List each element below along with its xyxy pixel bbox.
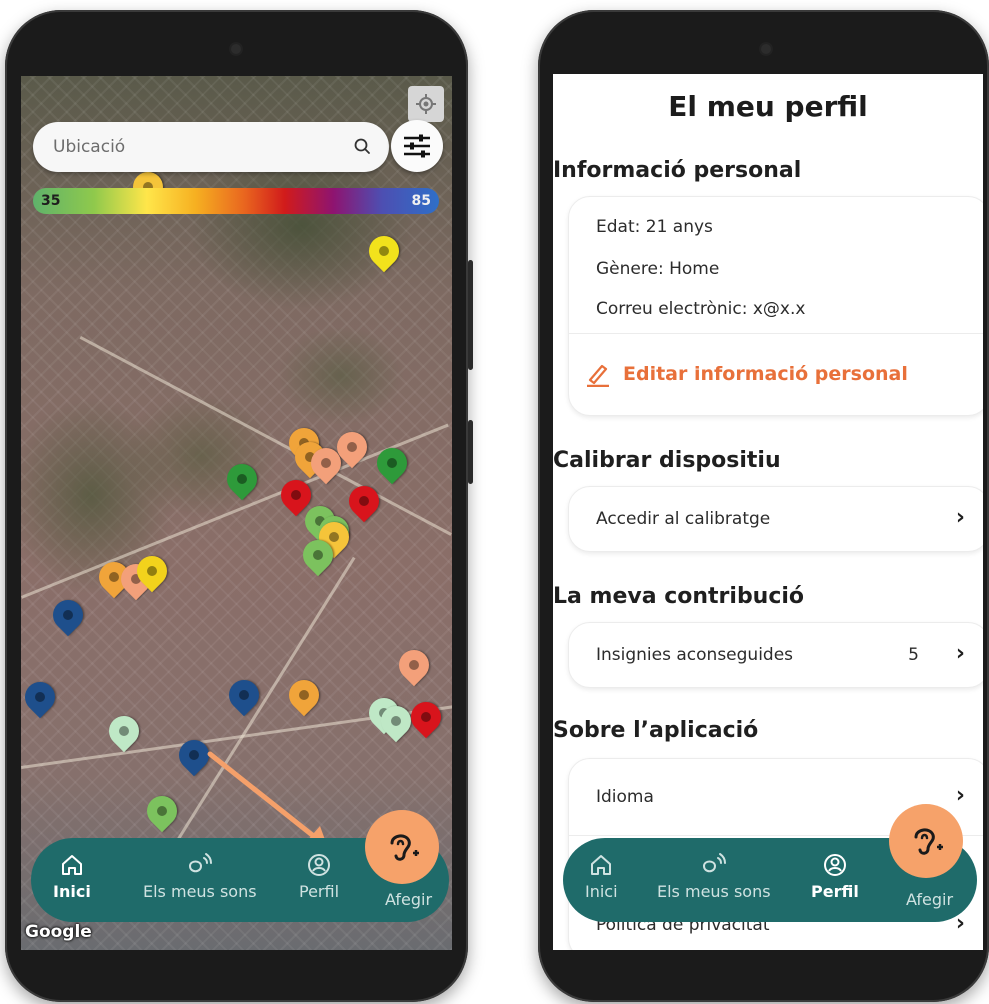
nav-home-label: Inici bbox=[585, 882, 618, 901]
location-search-bar bbox=[33, 122, 389, 172]
volume-button bbox=[468, 260, 473, 370]
personal-info-card: Edat: 21 anys Gènere: Home Correu electr… bbox=[568, 196, 983, 416]
gender-text: Gènere: Home bbox=[596, 259, 720, 279]
map-screen: Google Ubicació 35 85 Inici Els meus son… bbox=[21, 76, 452, 950]
nav-my-sounds-label: Els meus sons bbox=[143, 882, 257, 901]
noise-marker-pin[interactable] bbox=[21, 675, 62, 719]
location-search-input[interactable] bbox=[51, 136, 345, 158]
map-road bbox=[79, 336, 452, 536]
add-sound-button[interactable] bbox=[889, 804, 963, 878]
ear-plus-icon bbox=[390, 834, 419, 861]
scale-min-label: 35 bbox=[41, 193, 61, 209]
phone-profile: El meu perfil Informació personal Edat: … bbox=[538, 10, 989, 1002]
nav-my-sounds[interactable]: Els meus sons bbox=[657, 852, 771, 901]
noise-marker-pin[interactable] bbox=[362, 229, 406, 273]
sound-waves-icon bbox=[702, 853, 726, 873]
nav-home[interactable]: Inici bbox=[53, 852, 91, 901]
search-icon[interactable] bbox=[351, 135, 375, 159]
badges-count: 5 bbox=[908, 645, 919, 665]
nav-profile[interactable]: Perfil bbox=[811, 852, 859, 901]
noise-marker-pin[interactable] bbox=[370, 441, 414, 485]
section-calibrate: Calibrar dispositiu bbox=[553, 448, 781, 473]
edit-personal-info-label: Editar informació personal bbox=[623, 363, 908, 385]
badges-row-label: Insignies aconseguides bbox=[596, 645, 794, 665]
ear-plus-icon bbox=[914, 828, 943, 855]
my-location-button[interactable] bbox=[408, 86, 444, 122]
chevron-right-icon: › bbox=[955, 505, 965, 530]
noise-marker-pin[interactable] bbox=[404, 695, 448, 739]
noise-marker-pin[interactable] bbox=[392, 643, 436, 687]
profile-icon bbox=[823, 854, 846, 876]
pencil-icon bbox=[587, 364, 609, 387]
nav-profile[interactable]: Perfil bbox=[299, 852, 339, 901]
card-divider bbox=[569, 333, 983, 334]
nav-home[interactable]: Inici bbox=[585, 852, 618, 901]
section-personal-info: Informació personal bbox=[553, 158, 802, 183]
calibrate-row[interactable]: Accedir al calibratge › bbox=[568, 486, 983, 552]
filter-button[interactable] bbox=[391, 120, 443, 172]
page-title: El meu perfil bbox=[668, 90, 868, 123]
section-contribution: La meva contribució bbox=[553, 584, 805, 609]
language-row-label[interactable]: Idioma bbox=[596, 787, 654, 807]
nav-profile-label: Perfil bbox=[811, 882, 859, 901]
noise-marker-pin[interactable] bbox=[140, 789, 184, 833]
email-text: Correu electrònic: x@x.x bbox=[596, 299, 806, 319]
sliders-icon bbox=[404, 134, 430, 158]
crosshair-icon bbox=[416, 94, 436, 114]
noise-marker-pin[interactable] bbox=[342, 479, 386, 523]
section-about: Sobre l’aplicació bbox=[553, 718, 759, 743]
power-button bbox=[468, 420, 473, 484]
noise-level-scale: 35 85 bbox=[33, 188, 439, 214]
profile-screen: El meu perfil Informació personal Edat: … bbox=[553, 74, 983, 950]
front-camera bbox=[231, 44, 241, 54]
home-icon bbox=[61, 855, 82, 875]
profile-icon bbox=[308, 854, 331, 876]
edit-personal-info-button[interactable]: Editar informació personal bbox=[585, 361, 908, 387]
phone-map: Google Ubicació 35 85 Inici Els meus son… bbox=[5, 10, 473, 1002]
nav-home-label: Inici bbox=[53, 882, 91, 901]
front-camera bbox=[761, 44, 771, 54]
chevron-right-icon: › bbox=[955, 783, 965, 808]
calibrate-row-label: Accedir al calibratge bbox=[596, 509, 771, 529]
badges-row[interactable]: Insignies aconseguides 5 › bbox=[568, 622, 983, 688]
nav-add-label: Afegir bbox=[385, 890, 433, 909]
chevron-right-icon: › bbox=[955, 641, 965, 666]
google-logo: Google bbox=[25, 922, 92, 942]
noise-marker-pin[interactable] bbox=[220, 457, 264, 501]
nav-my-sounds[interactable]: Els meus sons bbox=[143, 852, 257, 901]
add-sound-button[interactable] bbox=[365, 810, 439, 884]
noise-marker-pin[interactable] bbox=[282, 673, 326, 717]
noise-marker-pin[interactable] bbox=[102, 709, 146, 753]
age-text: Edat: 21 anys bbox=[596, 217, 713, 237]
scale-max-label: 85 bbox=[411, 193, 431, 209]
nav-profile-label: Perfil bbox=[299, 882, 340, 901]
nav-add-label: Afegir bbox=[906, 890, 954, 909]
nav-my-sounds-label: Els meus sons bbox=[657, 882, 771, 901]
sound-waves-icon bbox=[188, 853, 212, 873]
noise-marker-pin[interactable] bbox=[46, 593, 90, 637]
home-icon bbox=[591, 855, 612, 875]
